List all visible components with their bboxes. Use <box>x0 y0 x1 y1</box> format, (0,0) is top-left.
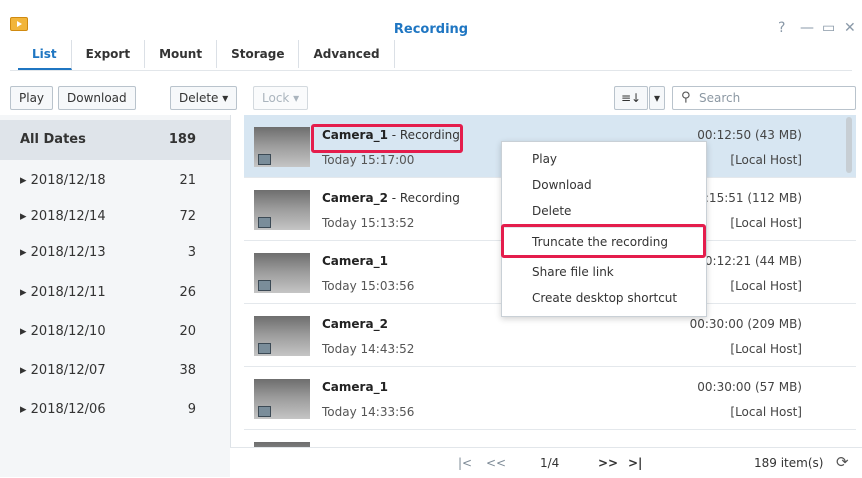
camera-thumbnail <box>254 127 310 167</box>
recording-host: [Local Host] <box>730 216 802 230</box>
camera-thumbnail <box>254 190 310 230</box>
camera-thumbnail <box>254 316 310 356</box>
recording-time: Today 14:43:52 <box>322 342 415 356</box>
tab-bar: List Export Mount Storage Advanced <box>18 40 395 70</box>
sidebar-item-count: 20 <box>179 324 196 339</box>
sidebar-item-label: ▸ 2018/12/13 <box>20 245 106 260</box>
sidebar-item-label: ▸ 2018/12/10 <box>20 324 106 339</box>
camera-thumbnail <box>254 253 310 293</box>
pagination-bar: |< << 1/4 >> >| 189 item(s) ⟳ <box>230 447 862 478</box>
sidebar-item-count: 21 <box>179 173 196 188</box>
delete-button[interactable]: Delete ▾ <box>170 86 238 110</box>
lock-button[interactable]: Lock ▾ <box>253 86 309 110</box>
recording-title: Camera_2 <box>322 317 388 331</box>
sidebar-item-2018-12-10[interactable]: ▸ 2018/12/10 20 <box>0 312 230 352</box>
last-page-button[interactable]: >| <box>628 456 642 470</box>
menu-item-truncate[interactable]: Truncate the recording <box>532 235 668 249</box>
search-input[interactable]: ⚲ Search <box>672 86 856 110</box>
sidebar-item-2018-12-13[interactable]: ▸ 2018/12/13 3 <box>0 233 230 273</box>
tab-list[interactable]: List <box>18 40 72 70</box>
sidebar-item-count: 189 <box>168 132 196 147</box>
date-sidebar: All Dates 189 ▸ 2018/12/18 21 ▸ 2018/12/… <box>0 115 231 477</box>
recording-title: Camera_1 <box>322 380 388 394</box>
sidebar-item-label: ▸ 2018/12/07 <box>20 363 106 378</box>
view-dropdown-button[interactable]: ▾ <box>649 86 666 110</box>
download-button[interactable]: Download <box>58 86 136 110</box>
tab-divider <box>10 70 852 71</box>
help-icon[interactable]: ? <box>778 20 785 36</box>
sidebar-item-label: ▸ 2018/12/14 <box>20 209 106 224</box>
recording-time: Today 15:17:00 <box>322 153 415 167</box>
close-icon[interactable]: ✕ <box>844 20 856 36</box>
search-placeholder: Search <box>699 91 741 105</box>
recording-time: Today 15:13:52 <box>322 216 415 230</box>
minimize-icon[interactable]: — <box>800 20 814 36</box>
tab-advanced[interactable]: Advanced <box>299 40 395 68</box>
recording-time: Today 14:33:56 <box>322 405 415 419</box>
sidebar-item-2018-12-14[interactable]: ▸ 2018/12/14 72 <box>0 197 230 237</box>
tab-storage[interactable]: Storage <box>217 40 300 68</box>
recording-row-partial[interactable] <box>244 430 856 447</box>
list-scrollbar[interactable] <box>846 117 852 173</box>
maximize-icon[interactable]: ▭ <box>822 20 835 36</box>
first-page-button[interactable]: |< <box>458 456 472 470</box>
search-icon: ⚲ <box>681 90 691 105</box>
menu-item-share-link[interactable]: Share file link <box>532 265 614 279</box>
menu-item-play[interactable]: Play <box>532 152 557 166</box>
menu-item-delete[interactable]: Delete <box>532 204 571 218</box>
tab-export[interactable]: Export <box>72 40 146 68</box>
recording-duration: :15:51 (112 MB) <box>704 191 802 205</box>
sidebar-item-label: ▸ 2018/12/11 <box>20 285 106 300</box>
sidebar-item-2018-12-07[interactable]: ▸ 2018/12/07 38 <box>0 351 230 391</box>
context-menu: Play Download Delete Truncate the record… <box>501 141 707 317</box>
item-count: 189 item(s) <box>754 456 824 470</box>
menu-divider <box>502 227 706 228</box>
next-page-button[interactable]: >> <box>598 456 618 470</box>
sidebar-item-count: 38 <box>179 363 196 378</box>
sidebar-item-2018-12-06[interactable]: ▸ 2018/12/06 9 <box>0 390 230 430</box>
sidebar-item-count: 26 <box>179 285 196 300</box>
sidebar-item-count: 3 <box>187 245 196 260</box>
menu-item-desktop-shortcut[interactable]: Create desktop shortcut <box>532 291 677 305</box>
recording-title: Camera_1 <box>322 254 388 268</box>
recording-duration: 00:30:00 (209 MB) <box>689 317 802 331</box>
sidebar-item-all-dates[interactable]: All Dates 189 <box>0 120 230 160</box>
sidebar-item-label: ▸ 2018/12/06 <box>20 402 106 417</box>
page-indicator: 1/4 <box>540 456 560 470</box>
recording-title: Camera_2 - Recording <box>322 191 460 205</box>
recording-host: [Local Host] <box>730 405 802 419</box>
view-sort-button[interactable]: ≡↓ <box>614 86 649 110</box>
recording-host: [Local Host] <box>730 279 802 293</box>
recording-duration: 00:30:00 (57 MB) <box>697 380 802 394</box>
recording-duration: 00:12:50 (43 MB) <box>697 128 802 142</box>
sidebar-item-2018-12-18[interactable]: ▸ 2018/12/18 21 <box>0 161 230 201</box>
sidebar-item-label: ▸ 2018/12/18 <box>20 173 106 188</box>
recording-duration: 0:12:21 (44 MB) <box>704 254 802 268</box>
recording-title: Camera_1 - Recording <box>322 128 460 142</box>
sidebar-item-2018-12-11[interactable]: ▸ 2018/12/11 26 <box>0 273 230 313</box>
window-title: Recording <box>393 22 469 37</box>
menu-item-download[interactable]: Download <box>532 178 592 192</box>
recording-row[interactable]: Camera_1 Today 14:33:56 00:30:00 (57 MB)… <box>244 367 856 430</box>
sidebar-item-count: 9 <box>187 402 196 417</box>
tab-mount[interactable]: Mount <box>145 40 218 68</box>
play-button[interactable]: Play <box>10 86 54 110</box>
sidebar-item-label: All Dates <box>20 132 86 147</box>
refresh-icon[interactable]: ⟳ <box>836 453 849 471</box>
recording-host: [Local Host] <box>730 153 802 167</box>
recording-host: [Local Host] <box>730 342 802 356</box>
recording-time: Today 15:03:56 <box>322 279 415 293</box>
prev-page-button[interactable]: << <box>486 456 506 470</box>
sidebar-item-count: 72 <box>179 209 196 224</box>
camera-thumbnail <box>254 379 310 419</box>
